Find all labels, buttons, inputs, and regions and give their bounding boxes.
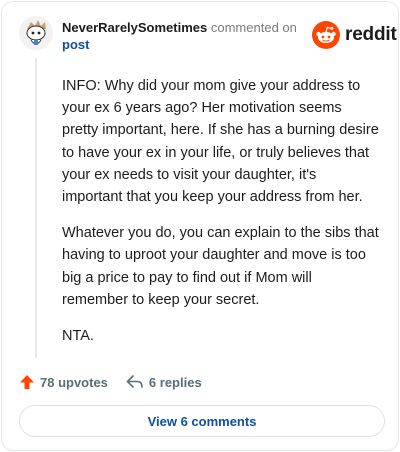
- upvote-button[interactable]: 78 upvotes: [19, 374, 108, 390]
- comment-paragraph: Whatever you do, you can explain to the …: [62, 225, 379, 308]
- reply-arrow-icon: [126, 375, 143, 388]
- comment-card: NeverRarelySometimes commented on post r…: [1, 1, 399, 451]
- reply-count: 6 replies: [148, 374, 202, 390]
- comment-body: INFO: Why did your mom give your address…: [62, 75, 380, 361]
- view-comments-button[interactable]: View 6 comments: [19, 405, 385, 437]
- comment-paragraph: NTA.: [62, 328, 94, 345]
- thread-line: [35, 58, 37, 358]
- reddit-logo[interactable]: reddit: [312, 20, 397, 50]
- comment-actions: 78 upvotes 6 replies: [19, 371, 202, 393]
- avatar[interactable]: [19, 16, 53, 50]
- reddit-alien-icon: [312, 21, 340, 49]
- post-link[interactable]: post: [62, 36, 302, 53]
- comment-paragraph: INFO: Why did your mom give your address…: [62, 78, 379, 206]
- reddit-wordmark: reddit: [345, 24, 397, 45]
- replies-button[interactable]: 6 replies: [126, 374, 202, 390]
- upvote-count: 78 upvotes: [40, 374, 108, 390]
- username[interactable]: NeverRarelySometimes: [62, 20, 207, 35]
- upvote-arrow-icon: [20, 375, 34, 389]
- commented-on-label: commented on: [210, 20, 297, 35]
- comment-header: NeverRarelySometimes commented on post: [62, 19, 302, 53]
